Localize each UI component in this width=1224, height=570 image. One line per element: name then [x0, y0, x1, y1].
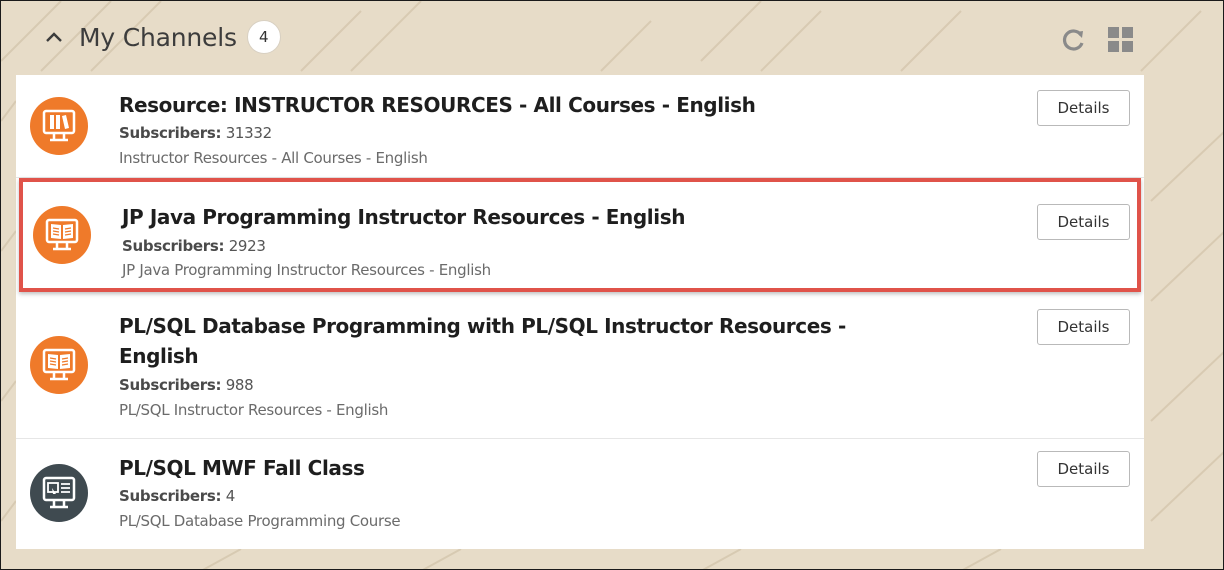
subscribers-count: 2923 [228, 237, 266, 255]
channel-description: Instructor Resources - All Courses - Eng… [119, 149, 428, 167]
channel-subscribers: Subscribers: 988 [119, 376, 254, 394]
channel-description: JP Java Programming Instructor Resources… [122, 261, 491, 279]
channel-subscribers: Subscribers: 4 [119, 487, 235, 505]
channel-row-highlighted[interactable]: JP Java Programming Instructor Resources… [19, 178, 1141, 292]
refresh-icon[interactable] [1059, 26, 1087, 54]
grid-view-icon[interactable] [1106, 25, 1136, 55]
channel-description: PL/SQL Database Programming Course [119, 512, 401, 530]
subscribers-label: Subscribers: [122, 237, 225, 255]
subscribers-count: 31332 [225, 124, 273, 142]
details-button[interactable]: Details [1037, 204, 1130, 240]
channel-row[interactable]: PL/SQL MWF Fall Class Subscribers: 4 PL/… [16, 439, 1144, 549]
channel-title[interactable]: PL/SQL Database Programming with PL/SQL … [119, 311, 899, 371]
book-icon [30, 336, 88, 394]
subscribers-label: Subscribers: [119, 487, 222, 505]
channel-row[interactable]: PL/SQL Database Programming with PL/SQL … [16, 292, 1144, 439]
channel-list: Resource: INSTRUCTOR RESOURCES - All Cou… [16, 75, 1144, 549]
channel-title[interactable]: Resource: INSTRUCTOR RESOURCES - All Cou… [119, 90, 959, 120]
channel-count-badge: 4 [246, 20, 281, 54]
section-title: My Channels [79, 22, 237, 52]
class-screen-icon [30, 464, 88, 522]
channel-title[interactable]: PL/SQL MWF Fall Class [119, 453, 959, 483]
channels-header: My Channels 4 [43, 15, 281, 59]
chevron-up-icon[interactable] [43, 26, 65, 48]
subscribers-count: 4 [225, 487, 236, 505]
details-button[interactable]: Details [1037, 309, 1130, 345]
subscribers-count: 988 [225, 376, 254, 394]
book-icon [33, 206, 91, 264]
subscribers-label: Subscribers: [119, 124, 222, 142]
channel-title[interactable]: JP Java Programming Instructor Resources… [122, 202, 962, 232]
channel-subscribers: Subscribers: 2923 [122, 237, 266, 255]
resource-library-icon [30, 97, 88, 155]
channel-description: PL/SQL Instructor Resources - English [119, 401, 389, 419]
channel-row[interactable]: Resource: INSTRUCTOR RESOURCES - All Cou… [16, 75, 1144, 178]
my-channels-widget: My Channels 4 Resource: INSTRUCTOR RESOU… [0, 0, 1224, 570]
details-button[interactable]: Details [1037, 451, 1130, 487]
channel-subscribers: Subscribers: 31332 [119, 124, 272, 142]
details-button[interactable]: Details [1037, 90, 1130, 126]
subscribers-label: Subscribers: [119, 376, 222, 394]
